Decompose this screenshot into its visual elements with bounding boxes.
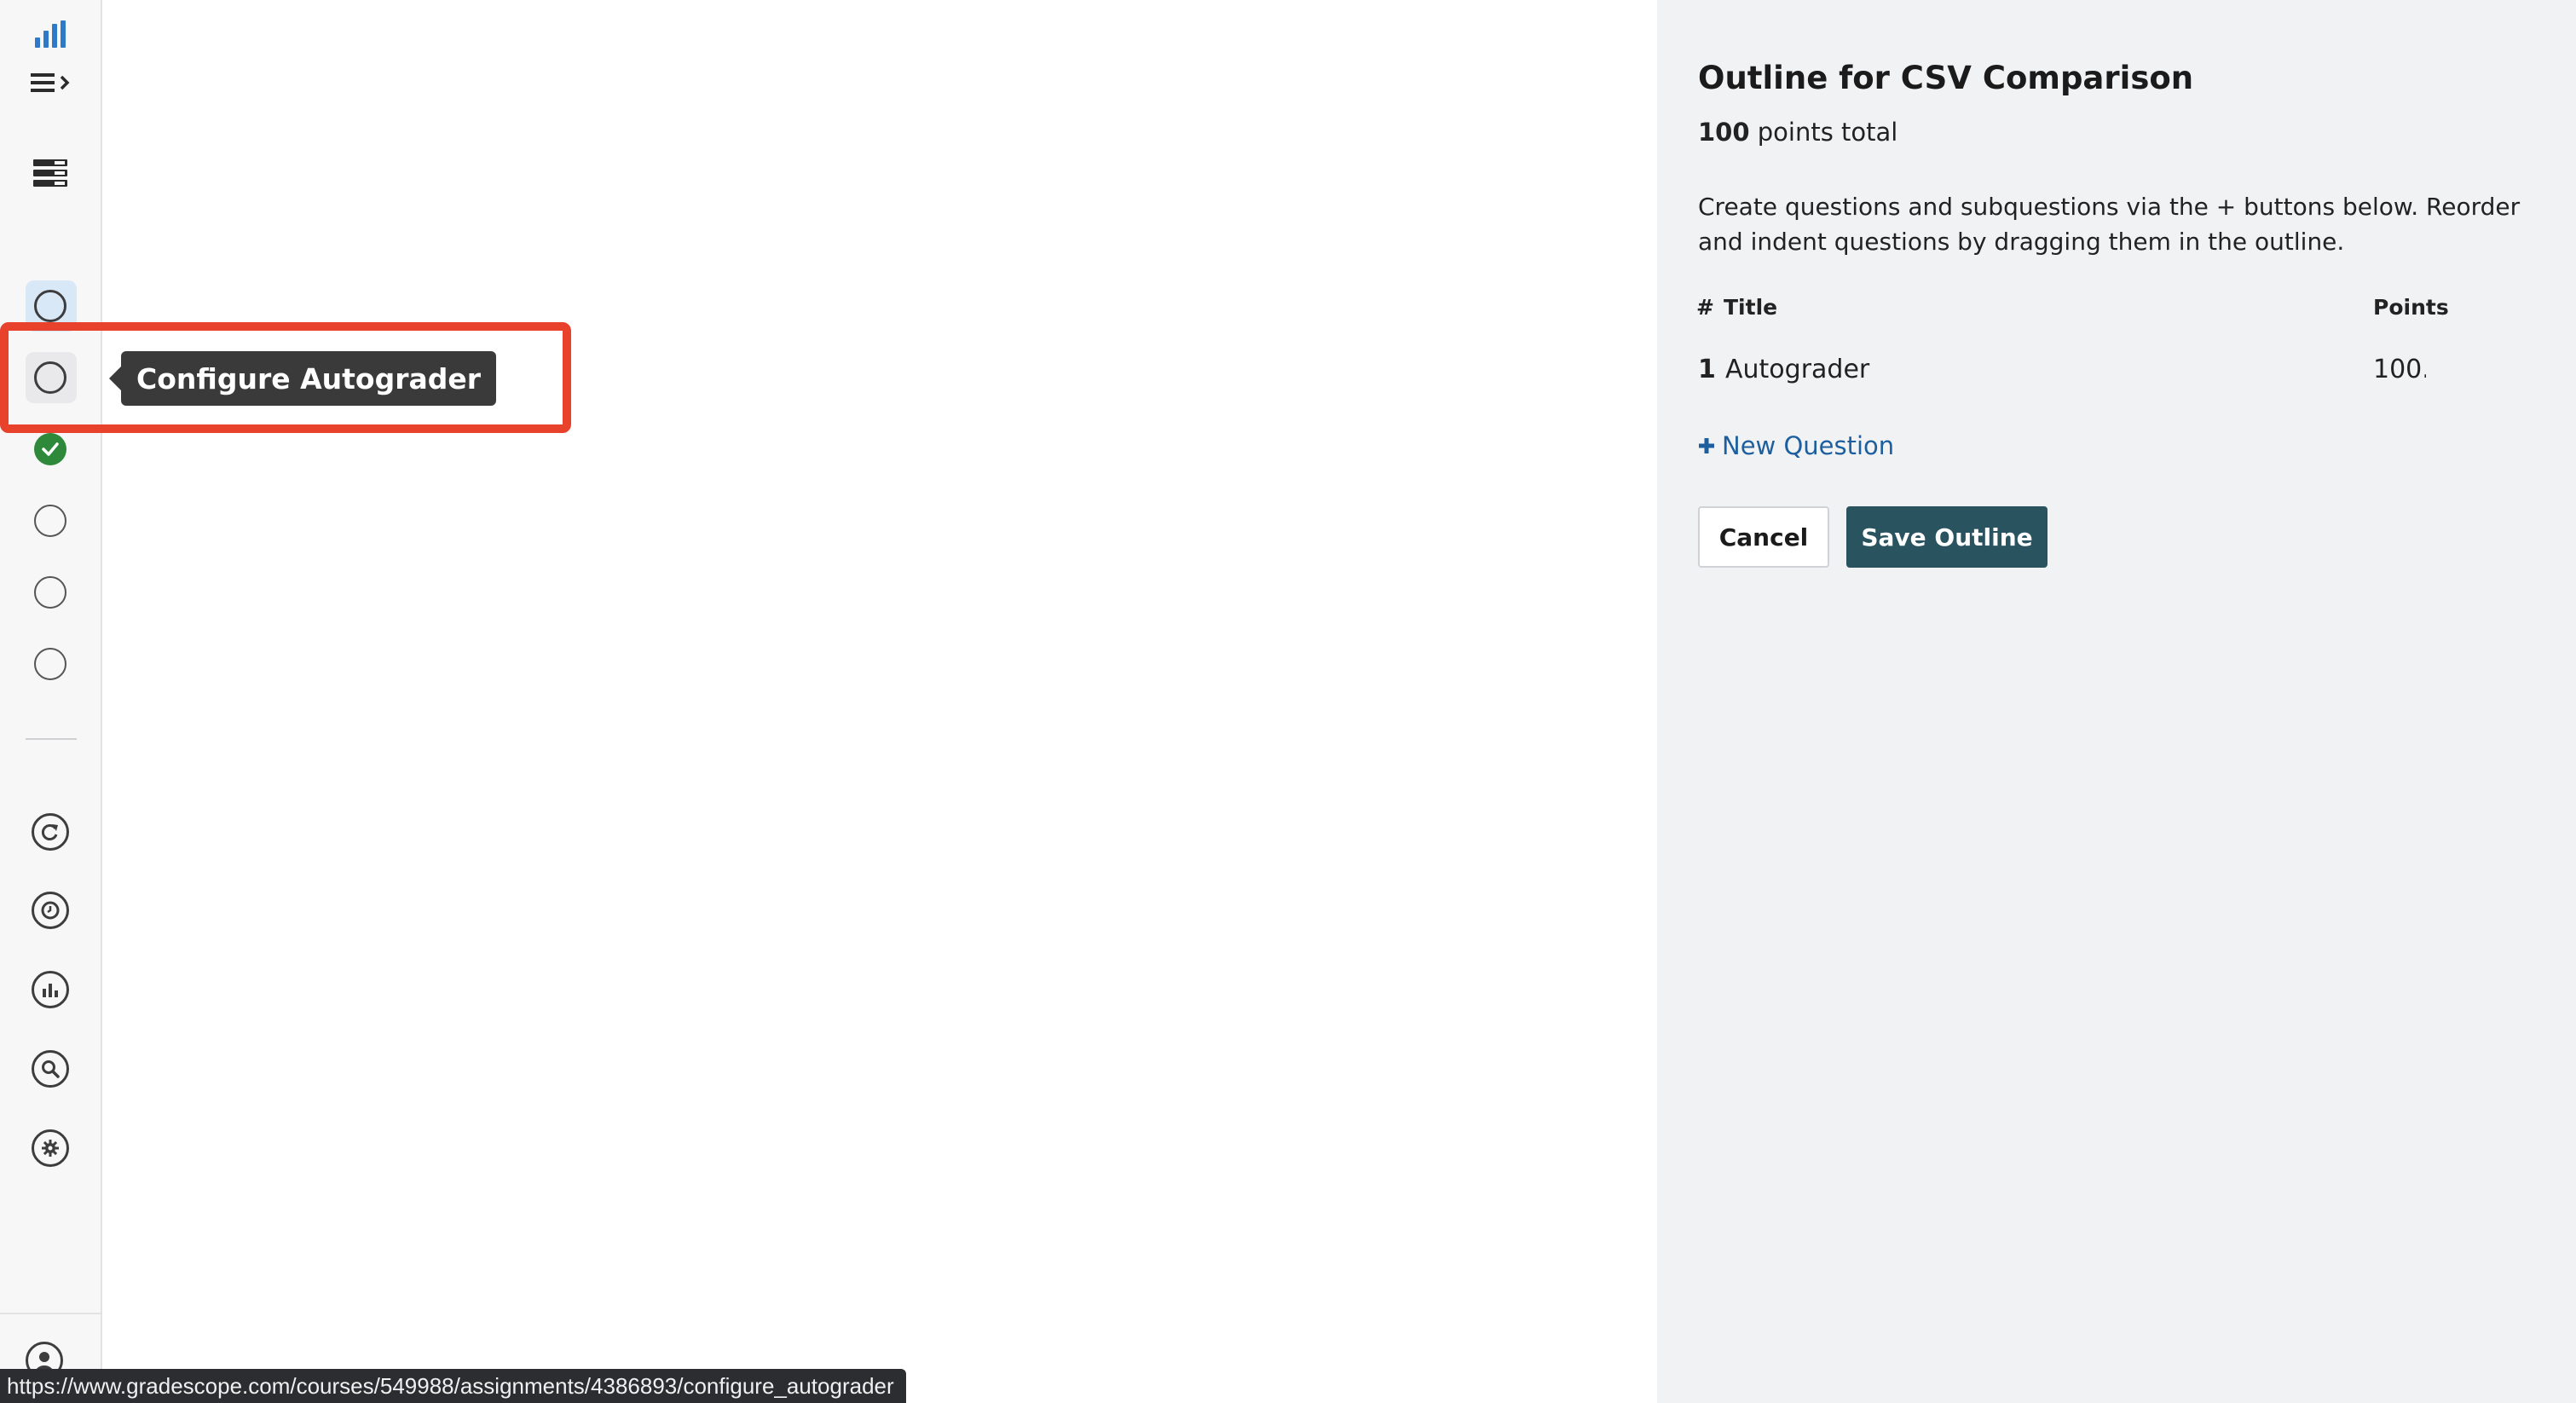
column-header-points: Points — [2373, 295, 2449, 320]
question-points-input[interactable]: 100.0 — [2373, 355, 2426, 384]
step-4-circle-icon[interactable] — [34, 505, 66, 537]
search-icon[interactable] — [32, 1050, 69, 1088]
outline-panel: Outline for CSV Comparison 100 points to… — [1657, 0, 2576, 1403]
save-outline-button[interactable]: Save Outline — [1846, 506, 2048, 568]
sidebar-divider — [26, 738, 77, 740]
column-header-number: # — [1696, 295, 1714, 320]
page-title: Outline for CSV Comparison — [1698, 60, 2194, 96]
configure-autograder-tooltip: Configure Autograder — [121, 351, 497, 406]
sidebar — [0, 0, 102, 1403]
cancel-button[interactable]: Cancel — [1698, 506, 1829, 568]
check-circle-icon[interactable] — [34, 433, 66, 465]
regrade-icon[interactable] — [32, 813, 69, 851]
outline-instructions: Create questions and subquestions via th… — [1698, 193, 2521, 256]
status-bar-url: https://www.gradescope.com/courses/54998… — [0, 1369, 906, 1403]
new-question-label: New Question — [1722, 431, 1895, 460]
tooltip-label: Configure Autograder — [136, 361, 482, 395]
menu-expand-icon[interactable] — [29, 72, 72, 94]
step-1-circle-icon[interactable] — [34, 290, 66, 322]
extensions-clock-icon[interactable] — [32, 892, 69, 929]
bar-chart-icon[interactable] — [33, 19, 67, 49]
step-6-circle-icon[interactable] — [34, 648, 66, 680]
question-number: 1 — [1698, 355, 1716, 384]
points-total-label: points total — [1757, 118, 1898, 147]
question-title-input[interactable]: Autograder — [1725, 355, 1869, 384]
sidebar-bottom-divider — [0, 1313, 101, 1314]
statistics-icon[interactable] — [32, 971, 69, 1008]
points-total: 100 points total — [1698, 118, 1897, 147]
column-header-title: Title — [1724, 295, 1778, 320]
list-stack-icon[interactable] — [32, 159, 68, 188]
new-question-button[interactable]: New Question — [1698, 431, 1894, 460]
points-total-value: 100 — [1698, 118, 1750, 147]
plus-icon — [1699, 438, 1714, 453]
step-5-circle-icon[interactable] — [34, 576, 66, 609]
settings-gear-icon[interactable] — [32, 1129, 69, 1167]
